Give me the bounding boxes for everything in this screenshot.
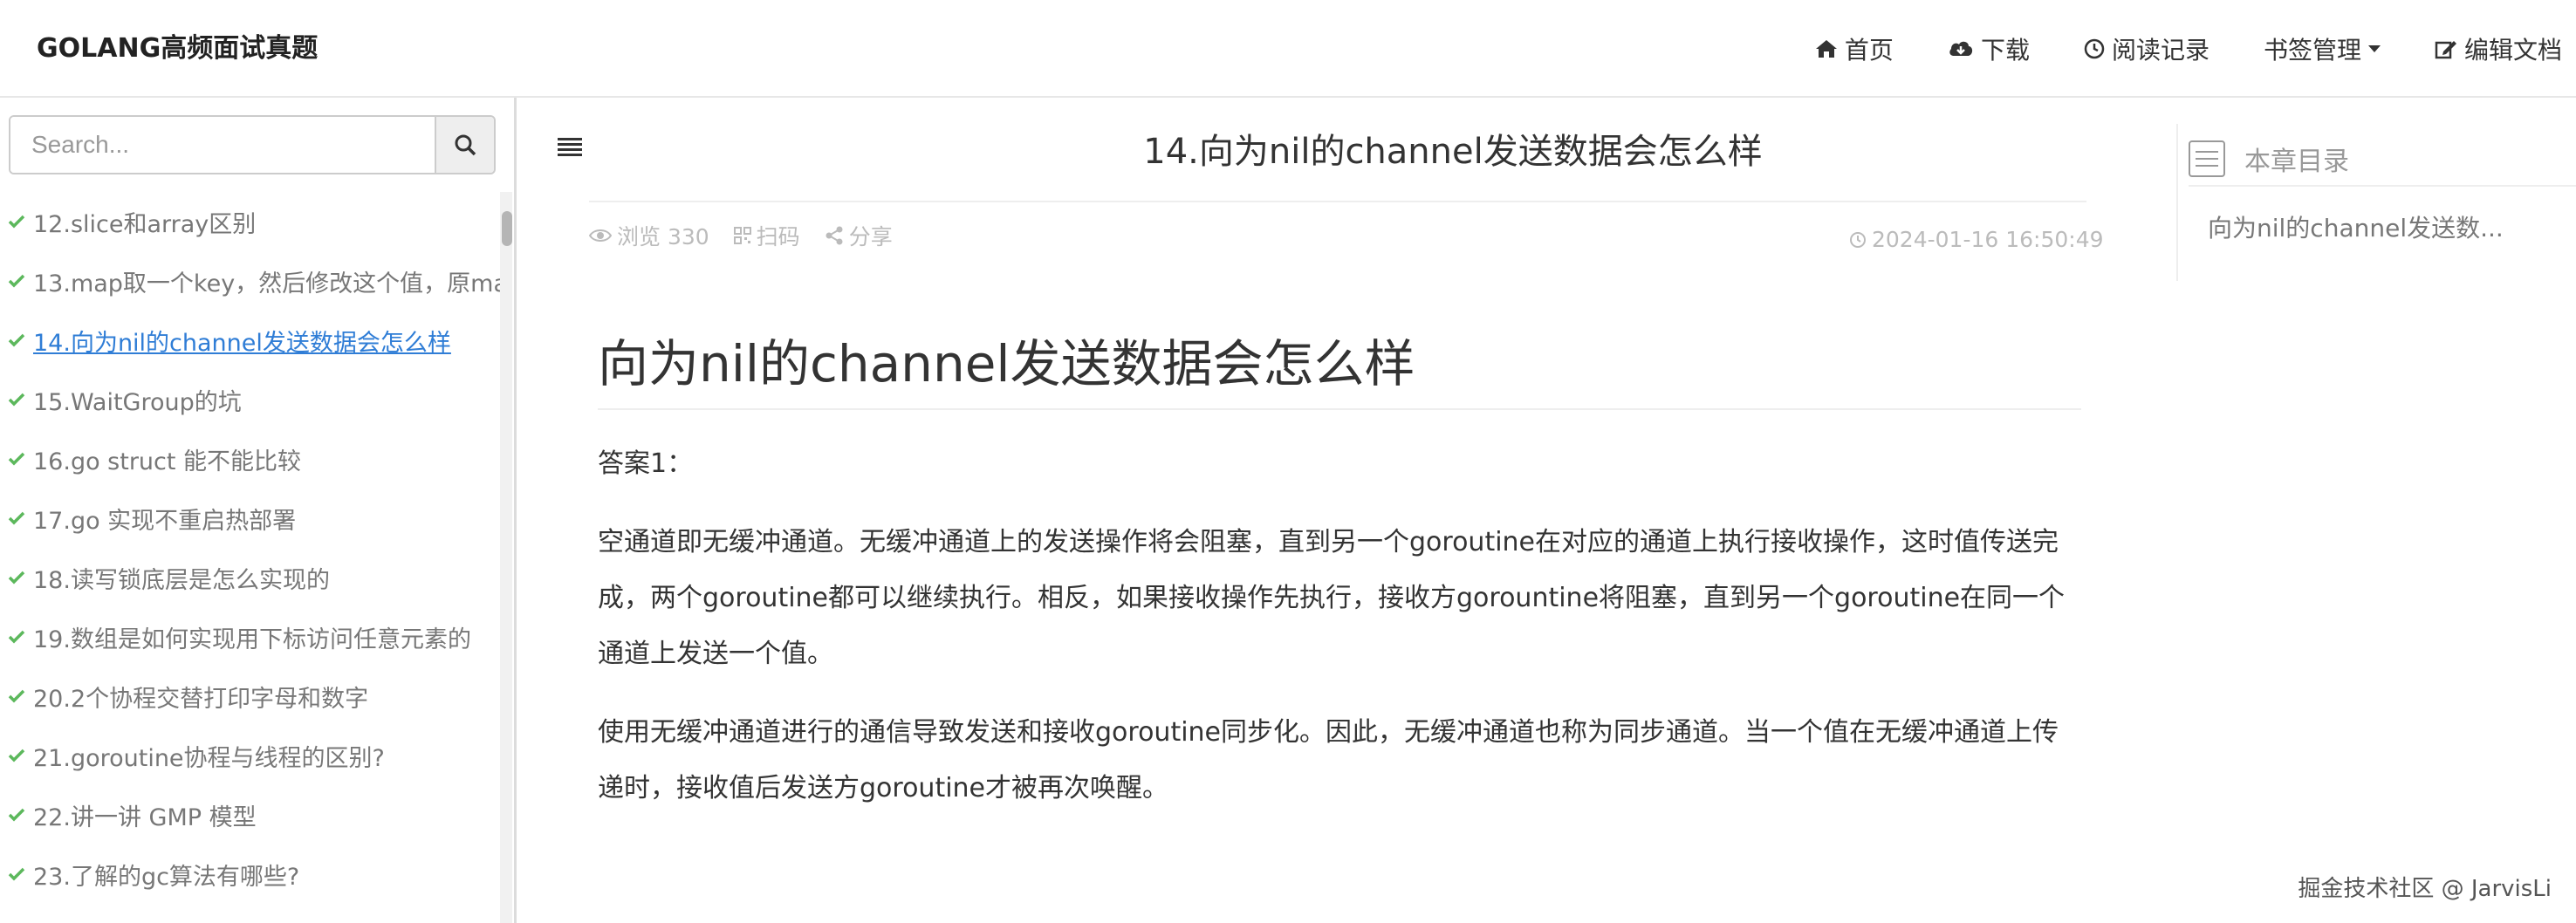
toc-header: 本章目录: [2189, 133, 2576, 187]
check-icon: [0, 333, 33, 347]
brand-title[interactable]: GOLANG高频面试真题: [37, 0, 318, 98]
nav-download-label: 下载: [1980, 36, 2030, 65]
chapter-item[interactable]: 19.数组是如何实现用下标访问任意元素的: [0, 607, 504, 667]
share-link[interactable]: 分享: [825, 220, 893, 251]
updated-time: 2024-01-16 16:50:49: [1849, 227, 2104, 252]
nav-menu: 首页 下载 阅读记录 书签管理 编辑文档: [1761, 0, 2562, 98]
toc-item[interactable]: 向为nil的channel发送数...: [2208, 209, 2504, 244]
chapter-label: 17.go 实现不重启热部署: [33, 507, 297, 535]
search-input[interactable]: [10, 117, 435, 173]
sidebar-toggle-button[interactable]: [558, 136, 582, 161]
page-title: 14.向为nil的channel发送数据会怎么样: [1143, 132, 1763, 172]
check-icon: [0, 452, 33, 466]
chapter-label: 12.slice和array区别: [33, 210, 257, 238]
edit-icon: [2435, 41, 2456, 59]
search-button[interactable]: [435, 117, 494, 173]
nav-bookmarks-label: 书签管理: [2263, 36, 2361, 65]
check-icon: [0, 689, 33, 703]
nav-home-link[interactable]: 首页: [1815, 31, 1894, 66]
view-count-label: 浏览 330: [617, 224, 709, 250]
share-label: 分享: [848, 224, 893, 250]
check-icon: [0, 630, 33, 644]
answer-label: 答案1：: [598, 448, 694, 479]
chapter-item[interactable]: 18.读写锁底层是怎么实现的: [0, 548, 504, 607]
qrcode-scan-label: 扫码: [756, 224, 800, 250]
check-icon: [0, 571, 33, 585]
toc-title: 本章目录: [2244, 147, 2349, 177]
chapter-item[interactable]: 22.讲一讲 GMP 模型: [0, 785, 504, 844]
top-navbar: GOLANG高频面试真题 首页 下载 阅读记录 书签管理 编辑文档: [0, 0, 2576, 98]
article-paragraph: 空通道即无缓冲通道。无缓冲通道上的发送操作将会阻塞，直到另一个goroutine…: [598, 527, 2066, 669]
clock-icon: [2084, 38, 2105, 59]
qrcode-scan-link[interactable]: 扫码: [733, 220, 800, 251]
article-body: 向为nil的channel发送数据会怎么样 答案1： 空通道即无缓冲通道。无缓冲…: [598, 325, 2081, 817]
check-icon: [0, 274, 33, 288]
list-icon: [2189, 140, 2225, 177]
scrollbar-thumb[interactable]: [502, 211, 512, 246]
nav-history-link[interactable]: 阅读记录: [2084, 31, 2209, 66]
chapter-item[interactable]: 21.goroutine协程与线程的区别?: [0, 726, 504, 785]
search-icon: [455, 134, 476, 156]
search-box: [9, 115, 496, 174]
cloud-download-icon: [1949, 41, 1973, 56]
chapter-sidebar: 12.slice和array区别 13.map取一个key，然后修改这个值，原ma…: [0, 98, 517, 923]
check-icon: [0, 808, 33, 822]
check-icon: [0, 511, 33, 525]
chapter-toc: 本章目录 向为nil的channel发送数...: [2176, 124, 2576, 281]
chapter-item[interactable]: 17.go 实现不重启热部署: [0, 489, 504, 548]
chapter-label: 22.讲一讲 GMP 模型: [33, 803, 257, 831]
nav-download-link[interactable]: 下载: [1948, 31, 2030, 66]
updated-time-label: 2024-01-16 16:50:49: [1872, 227, 2104, 252]
nav-bookmarks-dropdown[interactable]: 书签管理: [2264, 31, 2381, 66]
chapter-item[interactable]: 13.map取一个key，然后修改这个值，原map数据的值会不会变化: [0, 251, 504, 311]
chapter-item[interactable]: 16.go struct 能不能比较: [0, 429, 504, 489]
clock-icon: [1850, 231, 1866, 248]
chapter-item[interactable]: 15.WaitGroup的坑: [0, 370, 504, 429]
watermark-text: 掘金技术社区 @ JarvisLi: [2298, 876, 2552, 902]
article-paragraph: 使用无缓冲通道进行的通信导致发送和接收goroutine同步化。因此，无缓冲通道…: [598, 717, 2059, 803]
chapter-list: 12.slice和array区别 13.map取一个key，然后修改这个值，原ma…: [0, 192, 504, 904]
hamburger-menu-icon: [558, 138, 582, 156]
nav-history-label: 阅读记录: [2111, 36, 2209, 65]
nav-edit-label: 编辑文档: [2463, 36, 2562, 65]
chapter-label: 18.读写锁底层是怎么实现的: [33, 566, 330, 594]
title-divider: [589, 201, 2086, 202]
chapter-label: 13.map取一个key，然后修改这个值，原map数据的值会不会变化: [33, 270, 504, 297]
chapter-label: 23.了解的gc算法有哪些?: [33, 863, 300, 891]
chapter-label: 14.向为nil的channel发送数据会怎么样: [33, 329, 451, 357]
chapter-item[interactable]: 14.向为nil的channel发送数据会怎么样: [0, 311, 504, 370]
check-icon: [0, 867, 33, 881]
chapter-item[interactable]: 12.slice和array区别: [0, 192, 504, 251]
scrollbar-track[interactable]: [500, 192, 512, 923]
nav-home-label: 首页: [1844, 36, 1894, 65]
article-heading: 向为nil的channel发送数据会怎么样: [598, 325, 2081, 410]
chapter-item[interactable]: 23.了解的gc算法有哪些?: [0, 844, 504, 904]
chapter-label: 19.数组是如何实现用下标访问任意元素的: [33, 626, 471, 653]
eye-icon: [589, 229, 612, 242]
chapter-label: 16.go struct 能不能比较: [33, 448, 302, 475]
home-icon: [1815, 40, 1837, 58]
chapter-label: 21.goroutine协程与线程的区别?: [33, 744, 385, 772]
nav-edit-link[interactable]: 编辑文档: [2435, 31, 2562, 66]
chapter-label: 20.2个协程交替打印字母和数字: [33, 685, 369, 713]
qrcode-icon: [733, 227, 751, 244]
check-icon: [0, 215, 33, 229]
article-meta: 浏览 330 扫码 分享: [589, 220, 917, 251]
caret-down-icon: [2367, 45, 2381, 52]
check-icon: [0, 749, 33, 762]
share-icon: [826, 226, 843, 245]
view-count: 浏览 330: [589, 220, 709, 251]
chapter-item[interactable]: 20.2个协程交替打印字母和数字: [0, 667, 504, 726]
chapter-label: 15.WaitGroup的坑: [33, 388, 242, 416]
check-icon: [0, 393, 33, 407]
